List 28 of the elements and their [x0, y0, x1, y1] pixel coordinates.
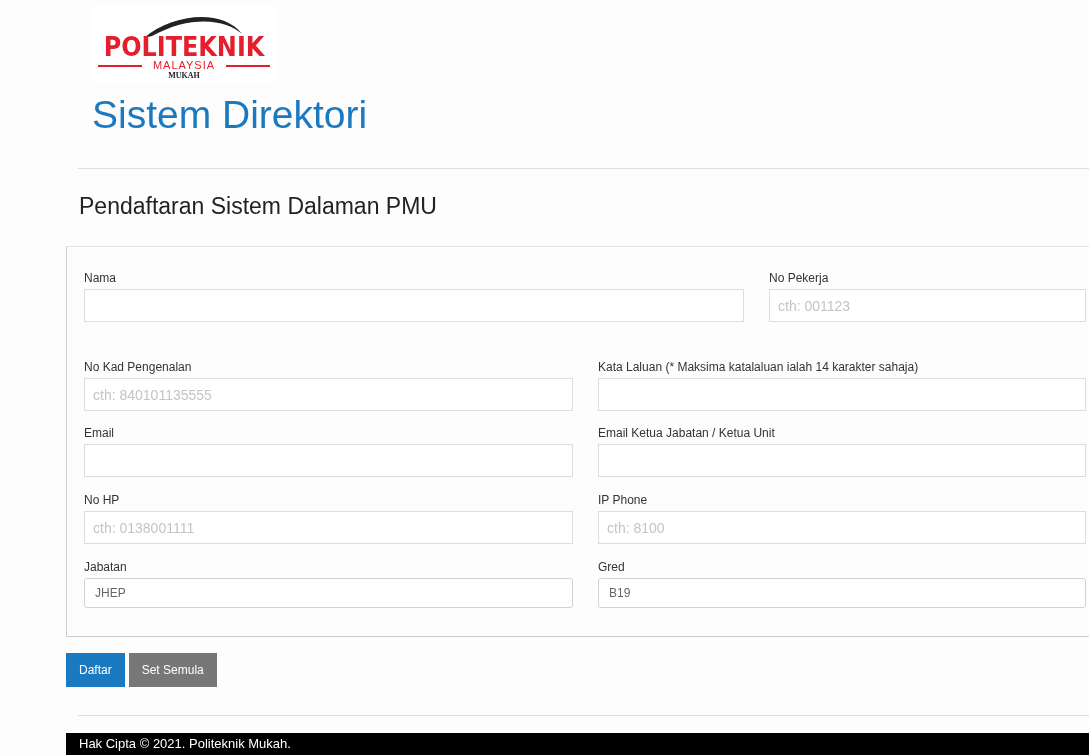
field-label: No Pekerja: [769, 271, 830, 285]
input-field[interactable]: [84, 289, 744, 322]
field-label: Kata Laluan (* Maksima katalaluan ialah 14 karakter sahaja): [598, 360, 920, 374]
logo-text: POLITEKNIK: [103, 33, 265, 61]
form-heading: Pendaftaran Sistem Dalaman PMU: [79, 193, 438, 219]
field-label: Gred: [598, 560, 626, 574]
input-field[interactable]: cth: 0138001111: [84, 511, 573, 544]
field-label: IP Phone: [598, 493, 649, 507]
field-label: No HP: [84, 493, 121, 507]
field-label: Jabatan: [84, 560, 128, 574]
input-field[interactable]: [598, 444, 1086, 477]
input-field[interactable]: cth: 840101135555: [84, 378, 573, 411]
input-field[interactable]: cth: 001123: [769, 289, 1086, 322]
logo-text: MALAYSIA: [151, 59, 217, 71]
input-field[interactable]: [84, 444, 573, 477]
logo-text: MUKAH: [167, 71, 201, 80]
footer-text: Hak Cipta © 2021. Politeknik Mukah.: [66, 733, 1089, 755]
input-field[interactable]: cth: 8100: [598, 511, 1086, 544]
select-field[interactable]: B19: [598, 578, 1086, 608]
select-field[interactable]: JHEP: [84, 578, 573, 608]
input-field[interactable]: [598, 378, 1086, 411]
field-label: No Kad Pengenalan: [84, 360, 193, 374]
field-label: Nama: [84, 271, 117, 285]
field-label: Email Ketua Jabatan / Ketua Unit: [598, 426, 776, 440]
reset-button[interactable]: Set Semula: [128, 653, 217, 687]
page-title: Sistem Direktori: [92, 92, 369, 138]
submit-button[interactable]: Daftar: [66, 653, 125, 687]
field-label: Email: [84, 426, 115, 440]
